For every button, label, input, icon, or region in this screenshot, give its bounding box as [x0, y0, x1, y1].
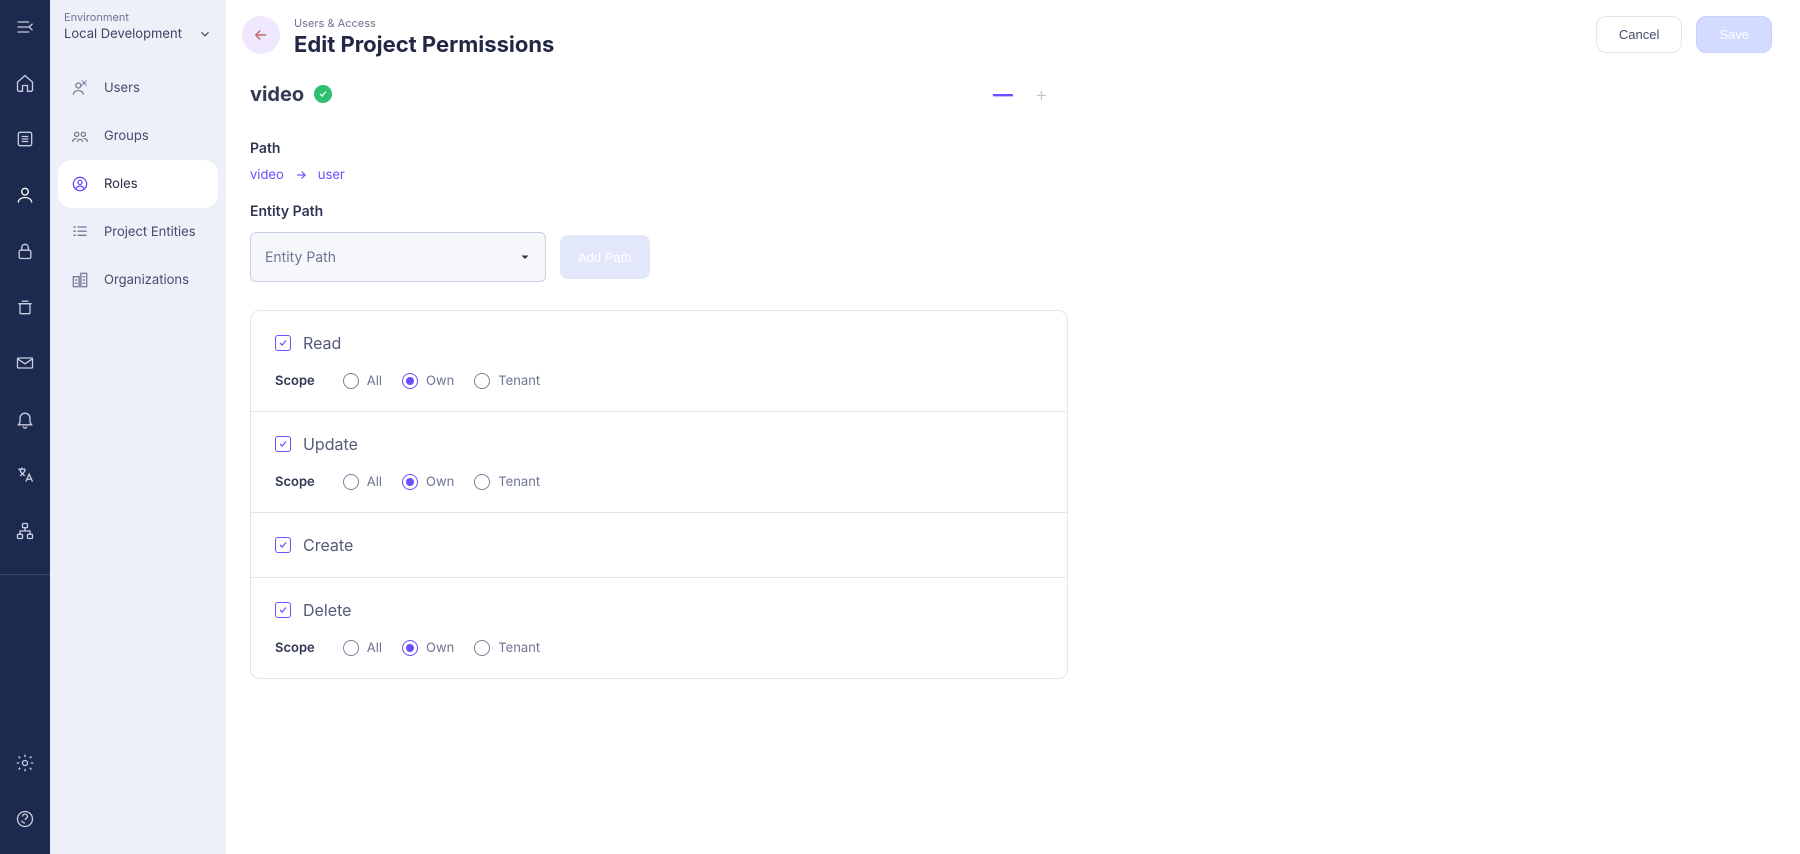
scope-radio-label: Own: [426, 373, 454, 389]
gear-icon[interactable]: [0, 750, 50, 776]
environment-selector[interactable]: Environment Local Development: [50, 0, 226, 64]
permission-name: Delete: [303, 600, 351, 620]
scope-radio-own[interactable]: Own: [402, 640, 454, 656]
sidebar-item-label: Organizations: [104, 272, 189, 288]
permission-checkbox[interactable]: [275, 537, 291, 553]
scope-radio-label: Own: [426, 640, 454, 656]
page-title: Edit Project Permissions: [294, 32, 554, 58]
menu-collapse-icon[interactable]: [0, 14, 50, 40]
scope-radio-label: All: [367, 640, 382, 656]
scope-radio-label: Tenant: [498, 474, 540, 490]
sidebar-item-label: Roles: [104, 176, 138, 192]
sidebar: Environment Local Development Users Grou…: [50, 0, 226, 854]
scope-radio-label: Tenant: [498, 373, 540, 389]
arrow-left-icon: [252, 26, 270, 44]
scope-row: Scope All Own Tenant: [275, 373, 1043, 389]
lock-icon[interactable]: [0, 238, 50, 264]
save-button[interactable]: Save: [1696, 16, 1772, 53]
permissions-card: Read Scope All Own Tenant Update Scope All Own Te…: [250, 310, 1068, 679]
sidebar-items: Users Groups Roles Project Entities Orga…: [50, 64, 226, 304]
scope-radio-label: Own: [426, 474, 454, 490]
add-path-button[interactable]: Add Path: [560, 235, 650, 279]
path-segment-video[interactable]: video: [250, 167, 284, 183]
sidebar-item-label: Project Entities: [104, 224, 196, 240]
scope-radio-label: All: [367, 373, 382, 389]
page-header: Users & Access Edit Project Permissions …: [226, 0, 1800, 58]
entity-path-label: Entity Path: [250, 203, 1068, 220]
permission-name: Read: [303, 333, 341, 353]
collapse-icon[interactable]: —: [993, 82, 1011, 106]
permission-checkbox[interactable]: [275, 335, 291, 351]
scope-radio-tenant[interactable]: Tenant: [474, 474, 540, 490]
mail-icon[interactable]: [0, 350, 50, 376]
scope-label: Scope: [275, 474, 315, 490]
scope-radio-all[interactable]: All: [343, 640, 382, 656]
scope-row: Scope All Own Tenant: [275, 640, 1043, 656]
environment-label: Environment: [64, 10, 212, 24]
header-actions: Cancel Save: [1596, 16, 1772, 53]
organizations-icon: [70, 270, 90, 290]
icon-rail: [0, 0, 50, 854]
entities-icon: [70, 222, 90, 242]
entity-path-placeholder: Entity Path: [265, 249, 336, 266]
entity-path-select[interactable]: Entity Path: [250, 232, 546, 282]
path-segment-user[interactable]: user: [318, 167, 345, 183]
expand-icon[interactable]: +: [1035, 82, 1048, 106]
scope-label: Scope: [275, 640, 315, 656]
main: Users & Access Edit Project Permissions …: [226, 0, 1800, 854]
sitemap-icon[interactable]: [0, 518, 50, 544]
cancel-button[interactable]: Cancel: [1596, 16, 1682, 53]
sidebar-item-label: Users: [104, 80, 140, 96]
sidebar-item-roles[interactable]: Roles: [58, 160, 218, 208]
scope-radio-own[interactable]: Own: [402, 474, 454, 490]
scope-radio-all[interactable]: All: [343, 474, 382, 490]
scope-row: Scope All Own Tenant: [275, 474, 1043, 490]
scope-radio-label: All: [367, 474, 382, 490]
groups-icon: [70, 126, 90, 146]
roles-icon: [70, 174, 90, 194]
check-badge-icon: [314, 85, 332, 103]
content: video — + Path video user Entity Path En…: [226, 58, 1096, 739]
support-icon[interactable]: [0, 806, 50, 832]
scope-radio-own[interactable]: Own: [402, 373, 454, 389]
translate-icon[interactable]: [0, 462, 50, 488]
home-icon[interactable]: [0, 70, 50, 96]
path-breadcrumb: video user: [250, 167, 1068, 183]
permission-section-read: Read Scope All Own Tenant: [251, 311, 1067, 412]
users-icon: [70, 78, 90, 98]
sidebar-item-groups[interactable]: Groups: [58, 112, 218, 160]
entity-actions: — +: [993, 82, 1068, 106]
back-button[interactable]: [242, 16, 280, 54]
breadcrumb: Users & Access: [294, 16, 554, 30]
sidebar-item-users[interactable]: Users: [58, 64, 218, 112]
caret-down-icon: [519, 251, 531, 263]
scope-radio-tenant[interactable]: Tenant: [474, 373, 540, 389]
chevron-down-icon: [198, 27, 212, 41]
scope-radio-all[interactable]: All: [343, 373, 382, 389]
arrow-right-icon: [294, 168, 308, 182]
list-icon[interactable]: [0, 126, 50, 152]
sidebar-item-label: Groups: [104, 128, 149, 144]
sidebar-item-project-entities[interactable]: Project Entities: [58, 208, 218, 256]
permission-section-create: Create: [251, 513, 1067, 578]
permission-name: Create: [303, 535, 353, 555]
permission-section-update: Update Scope All Own Tenant: [251, 412, 1067, 513]
sidebar-item-organizations[interactable]: Organizations: [58, 256, 218, 304]
rail-top: [0, 14, 50, 544]
bell-icon[interactable]: [0, 406, 50, 432]
entity-name: video: [250, 82, 304, 106]
permission-name: Update: [303, 434, 358, 454]
permission-section-delete: Delete Scope All Own Tenant: [251, 578, 1067, 678]
path-label: Path: [250, 140, 1068, 157]
environment-value: Local Development: [64, 26, 182, 42]
permission-checkbox[interactable]: [275, 602, 291, 618]
rail-bottom: [0, 750, 50, 840]
user-icon[interactable]: [0, 182, 50, 208]
scope-radio-tenant[interactable]: Tenant: [474, 640, 540, 656]
permission-checkbox[interactable]: [275, 436, 291, 452]
scope-radio-label: Tenant: [498, 640, 540, 656]
scope-label: Scope: [275, 373, 315, 389]
archive-icon[interactable]: [0, 294, 50, 320]
entity-header: video — +: [250, 82, 1068, 106]
